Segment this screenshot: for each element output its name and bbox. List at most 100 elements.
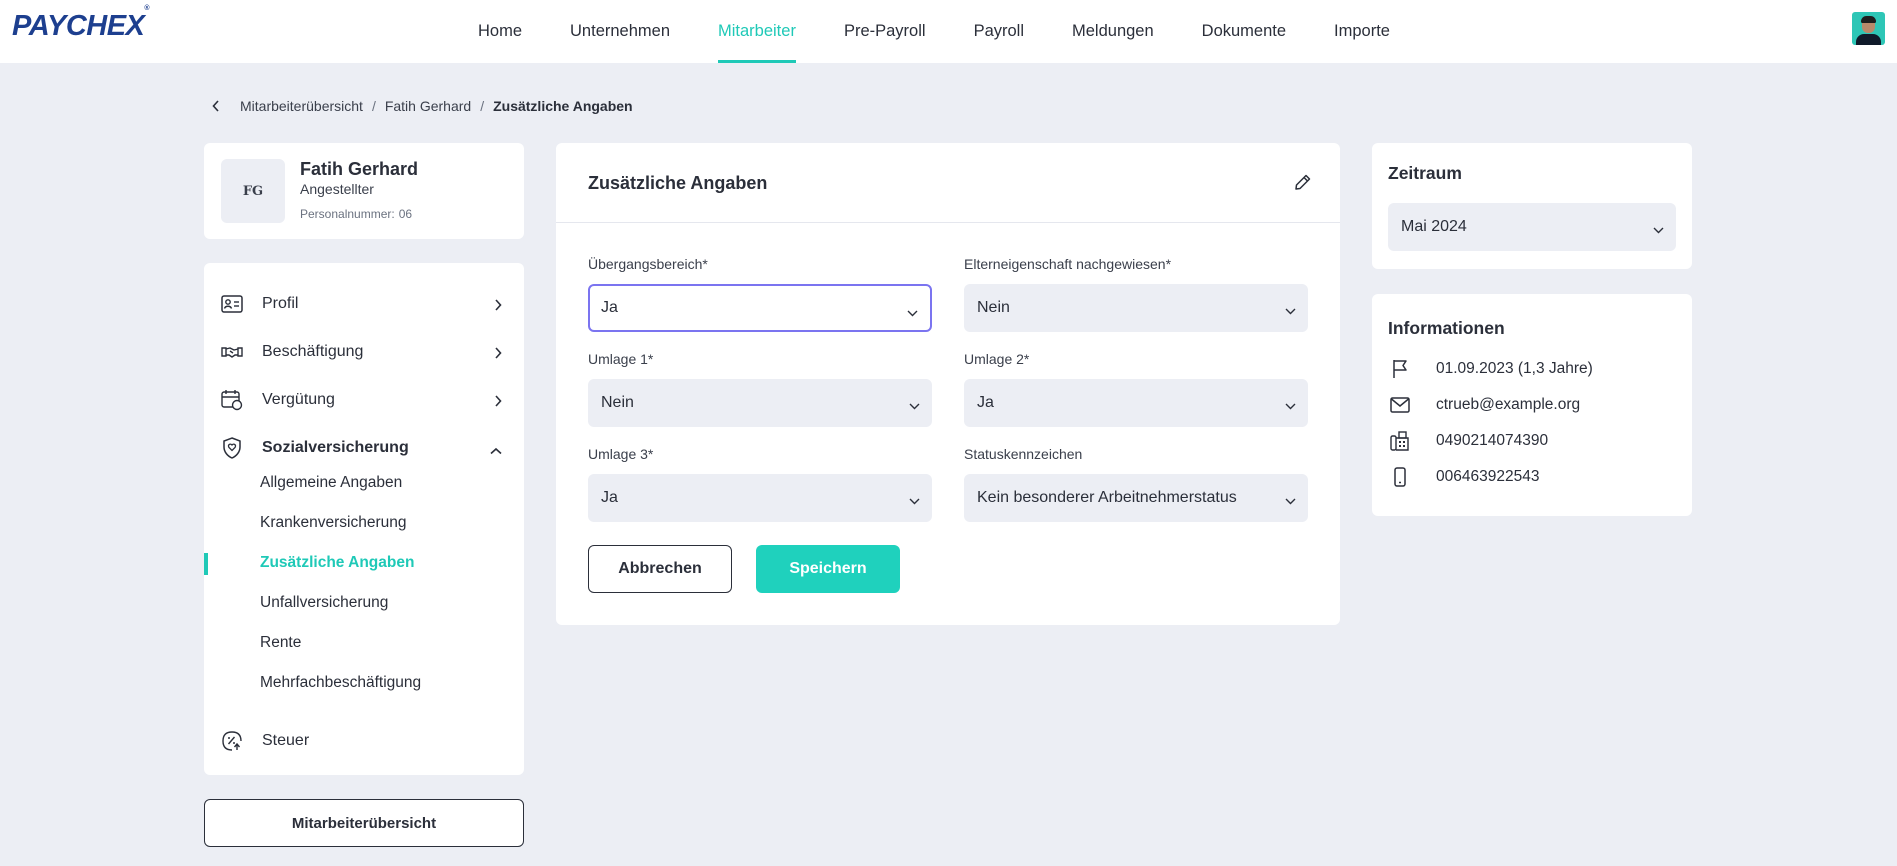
sidebar-item-label: Steuer [262,732,310,749]
personnel-number: Personalnummer: 06 [300,207,412,221]
select-value: Kein besonderer Arbeitnehmerstatus [977,489,1237,506]
nav-pre-payroll[interactable]: Pre-Payroll [844,0,926,63]
breadcrumb-overview[interactable]: Mitarbeiterübersicht [240,98,363,114]
form-card-header: Zusätzliche Angaben [556,143,1340,223]
sidebar-sub-rente[interactable]: Rente [260,634,301,652]
additional-info-form-card: Zusätzliche Angaben Übergangsbereich* Ja… [556,143,1340,625]
elterneigenschaft-select[interactable]: Nein [964,284,1308,332]
tax-icon [220,729,244,753]
cancel-button[interactable]: Abbrechen [588,545,732,593]
info-mobile: 006463922543 [1388,464,1678,490]
umlage-3-label: Umlage 3* [588,446,654,462]
employee-overview-button[interactable]: Mitarbeiterübersicht [204,799,524,847]
save-button[interactable]: Speichern [756,545,900,593]
sidebar-sub-mehrfachbeschaeftigung[interactable]: Mehrfachbeschäftigung [260,674,421,692]
nav-importe[interactable]: Importe [1334,0,1390,63]
sidebar-item-steuer[interactable]: Steuer [220,726,510,756]
sidebar-item-label: Profil [262,295,299,312]
sidebar-item-profil[interactable]: Profil [220,289,510,319]
breadcrumb: Mitarbeiterübersicht / Fatih Gerhard / Z… [212,98,633,114]
chevron-down-icon [907,304,918,322]
nav-payroll[interactable]: Payroll [974,0,1024,63]
info-phone: 0490214074390 [1388,428,1678,454]
sidebar-sub-unfallversicherung[interactable]: Unfallversicherung [260,594,388,612]
nav-meldungen[interactable]: Meldungen [1072,0,1154,63]
sidebar-sub-allgemeine-angaben[interactable]: Allgemeine Angaben [260,474,402,492]
chevron-down-icon [1285,492,1296,510]
user-avatar[interactable] [1852,12,1885,45]
info-entry-date-text: 01.09.2023 (1,3 Jahre) [1436,360,1593,377]
info-email: ctrueb@example.org [1388,392,1678,418]
nav-unternehmen[interactable]: Unternehmen [570,0,670,63]
sidebar-item-label: Beschäftigung [262,343,364,360]
employee-card: FG Fatih Gerhard Angestellter Personalnu… [204,143,524,239]
form-title: Zusätzliche Angaben [588,173,768,193]
chevron-down-icon [1653,221,1664,239]
mail-icon [1388,393,1412,417]
select-value: Ja [601,489,618,506]
top-navigation-bar: PAYCHEX® Home Unternehmen Mitarbeiter Pr… [0,0,1897,63]
period-select[interactable]: Mai 2024 [1388,203,1676,251]
sidebar-item-label: Sozialversicherung [262,439,409,456]
flag-icon [1388,357,1412,381]
sidebar-sub-krankenversicherung[interactable]: Krankenversicherung [260,514,406,532]
information-title: Informationen [1388,318,1505,338]
select-value: Ja [977,394,994,411]
select-value: Nein [601,394,634,411]
personnel-number-value: 06 [398,207,413,221]
handshake-icon [220,340,244,364]
umlage-2-select[interactable]: Ja [964,379,1308,427]
profile-card-icon [220,292,244,316]
nav-dokumente[interactable]: Dokumente [1202,0,1286,63]
shield-icon [220,436,244,460]
nav-home[interactable]: Home [478,0,522,63]
sidebar-item-sozialversicherung[interactable]: Sozialversicherung [220,433,510,463]
chevron-right-icon [494,346,502,364]
logo-text: PAYCHEX [12,10,145,42]
chevron-down-icon [1285,302,1296,320]
umlage-1-label: Umlage 1* [588,351,654,367]
uebergangsbereich-select[interactable]: Ja [588,284,932,332]
employee-initials-avatar: FG [221,159,285,223]
statuskennzeichen-select[interactable]: Kein besonderer Arbeitnehmerstatus [964,474,1308,522]
info-entry-date: 01.09.2023 (1,3 Jahre) [1388,356,1678,382]
select-value: Ja [601,299,618,316]
employee-sections-nav: Profil Beschäftigung Vergütung Sozialver… [204,263,524,775]
select-value: Nein [977,299,1010,316]
back-chevron-icon[interactable] [212,100,224,112]
active-item-indicator [204,553,208,575]
info-mobile-text: 006463922543 [1436,468,1540,485]
breadcrumb-separator: / [480,98,485,114]
sidebar-item-verguetung[interactable]: Vergütung [220,385,510,415]
statuskennzeichen-label: Statuskennzeichen [964,446,1083,462]
main-nav: Home Unternehmen Mitarbeiter Pre-Payroll… [478,0,1438,63]
employee-role: Angestellter [300,181,374,197]
sidebar-sub-zusaetzliche-angaben[interactable]: Zusätzliche Angaben [260,554,414,572]
paychex-logo[interactable]: PAYCHEX® [12,5,150,43]
uebergangsbereich-label: Übergangsbereich* [588,256,708,272]
period-card: Zeitraum Mai 2024 [1372,143,1692,269]
info-email-text[interactable]: ctrueb@example.org [1436,396,1580,414]
chevron-up-icon [490,442,502,460]
calendar-money-icon [220,388,244,412]
information-card: Informationen 01.09.2023 (1,3 Jahre) ctr… [1372,294,1692,516]
nav-mitarbeiter[interactable]: Mitarbeiter [718,0,796,63]
info-phone-text: 0490214074390 [1436,432,1549,449]
breadcrumb-separator: / [371,98,376,114]
chevron-down-icon [909,492,920,510]
pencil-icon[interactable] [1294,173,1314,193]
chevron-down-icon [909,397,920,415]
elterneigenschaft-label: Elterneigenschaft nachgewiesen* [964,256,1172,272]
breadcrumb-employee[interactable]: Fatih Gerhard [385,98,471,114]
umlage-3-select[interactable]: Ja [588,474,932,522]
breadcrumb-current: Zusätzliche Angaben [493,98,633,114]
chevron-right-icon [494,298,502,316]
chevron-down-icon [1285,397,1296,415]
umlage-1-select[interactable]: Nein [588,379,932,427]
employee-name: Fatih Gerhard [300,159,419,179]
sidebar-item-label: Vergütung [262,391,335,408]
chevron-right-icon [494,394,502,412]
umlage-2-label: Umlage 2* [964,351,1030,367]
sidebar-item-beschaeftigung[interactable]: Beschäftigung [220,337,510,367]
period-title: Zeitraum [1388,163,1462,183]
